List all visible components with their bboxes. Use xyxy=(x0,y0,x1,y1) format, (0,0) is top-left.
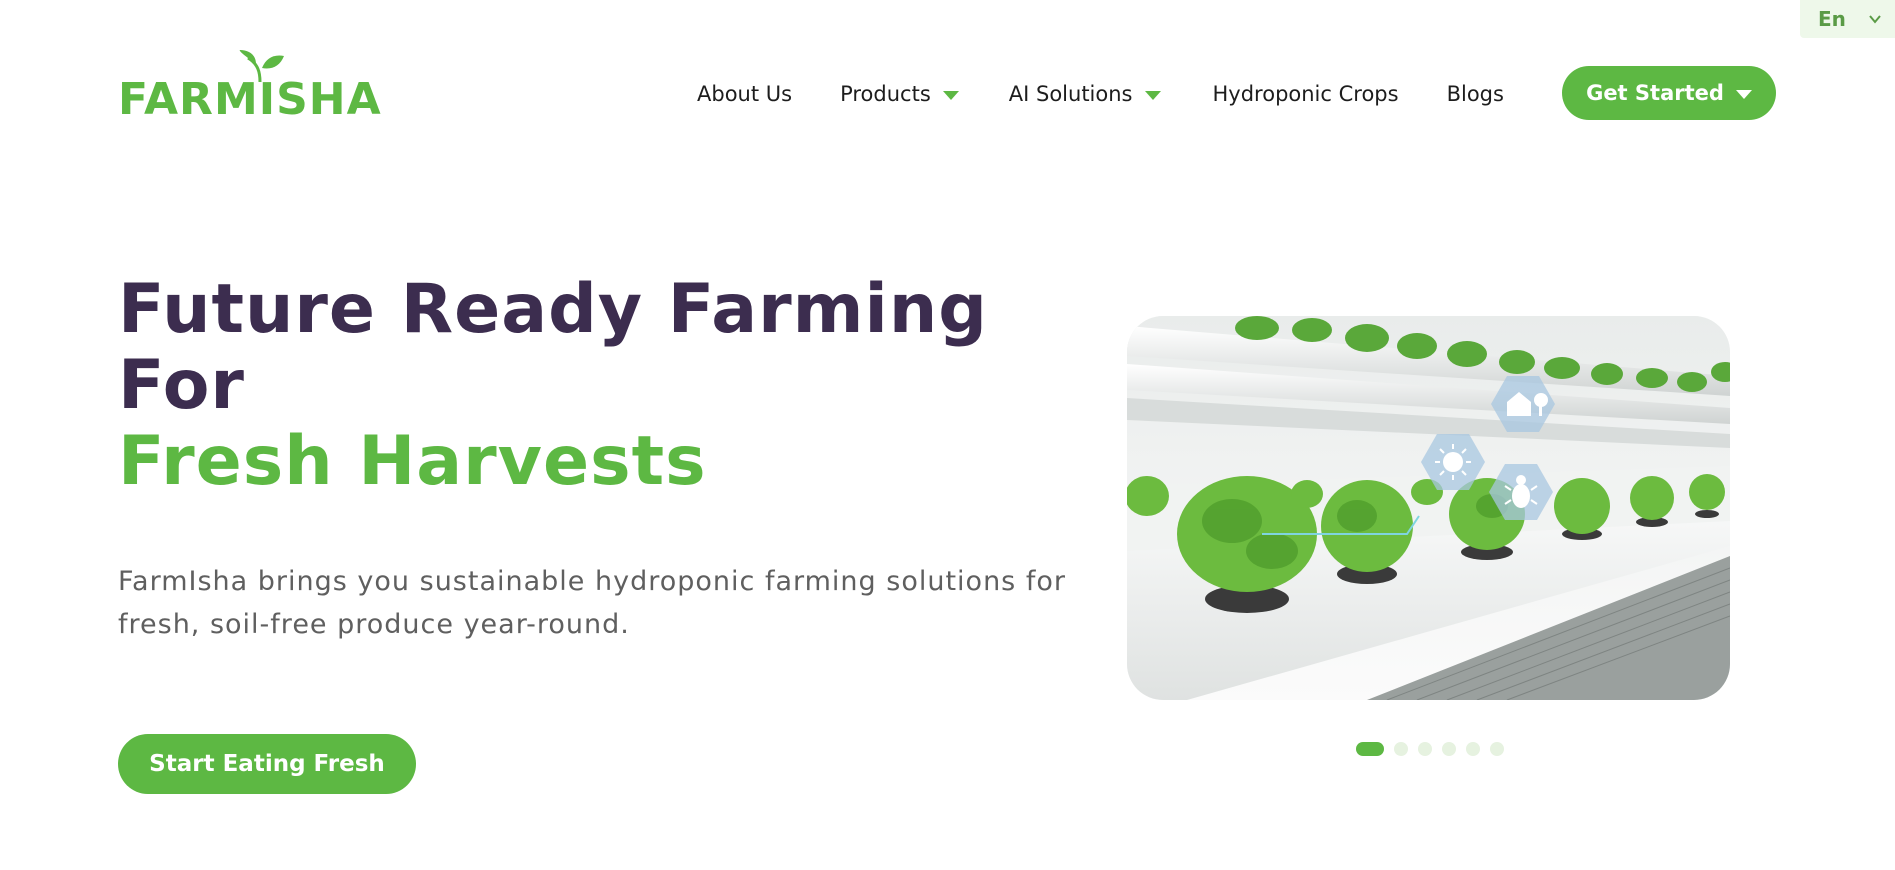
hydroponic-farm-illustration xyxy=(1127,316,1730,700)
carousel-dot[interactable] xyxy=(1356,742,1384,756)
nav-about-us[interactable]: About Us xyxy=(697,82,792,106)
carousel-dots xyxy=(1356,742,1504,756)
get-started-label: Get Started xyxy=(1586,81,1724,105)
carousel-dot[interactable] xyxy=(1442,742,1456,756)
nav-label: Products xyxy=(840,82,931,106)
get-started-button[interactable]: Get Started xyxy=(1562,66,1776,120)
hero-description: FarmIsha brings you sustainable hydropon… xyxy=(118,566,1066,640)
hero-title: Future Ready Farming For Fresh Harvests xyxy=(118,272,988,500)
chevron-down-icon xyxy=(1869,15,1881,24)
nav-label: About Us xyxy=(697,82,793,106)
nav-products[interactable]: Products xyxy=(840,82,959,106)
carousel-dot[interactable] xyxy=(1418,742,1432,756)
start-eating-fresh-button[interactable]: Start Eating Fresh xyxy=(118,734,416,794)
main-nav: About Us Products AI Solutions Hydroponi… xyxy=(697,70,1504,118)
cta-label: Start Eating Fresh xyxy=(149,751,385,777)
caret-down-icon xyxy=(942,90,959,100)
carousel-dot[interactable] xyxy=(1490,742,1504,756)
caret-down-icon xyxy=(1144,90,1161,100)
carousel-dot[interactable] xyxy=(1466,742,1480,756)
nav-label: Hydroponic Crops xyxy=(1212,82,1399,106)
caret-down-icon xyxy=(1735,89,1752,99)
nav-label: AI Solutions xyxy=(1008,82,1133,106)
hero-image xyxy=(1127,316,1730,700)
nav-blogs[interactable]: Blogs xyxy=(1447,82,1504,106)
language-label: En xyxy=(1818,7,1846,31)
carousel-dot[interactable] xyxy=(1394,742,1408,756)
nav-hydroponic-crops[interactable]: Hydroponic Crops xyxy=(1213,82,1399,106)
brand-name: FARMISHA xyxy=(118,74,382,125)
nav-label: Blogs xyxy=(1446,82,1504,106)
hero-title-line2: For xyxy=(118,346,245,425)
hero-title-line1: Future Ready Farming xyxy=(118,270,988,349)
nav-ai-solutions[interactable]: AI Solutions xyxy=(1009,82,1161,106)
language-selector[interactable]: En xyxy=(1800,0,1895,38)
farmisha-logo[interactable]: FARMISHA xyxy=(118,50,381,124)
hero-title-highlight: Fresh Harvests xyxy=(118,422,707,501)
